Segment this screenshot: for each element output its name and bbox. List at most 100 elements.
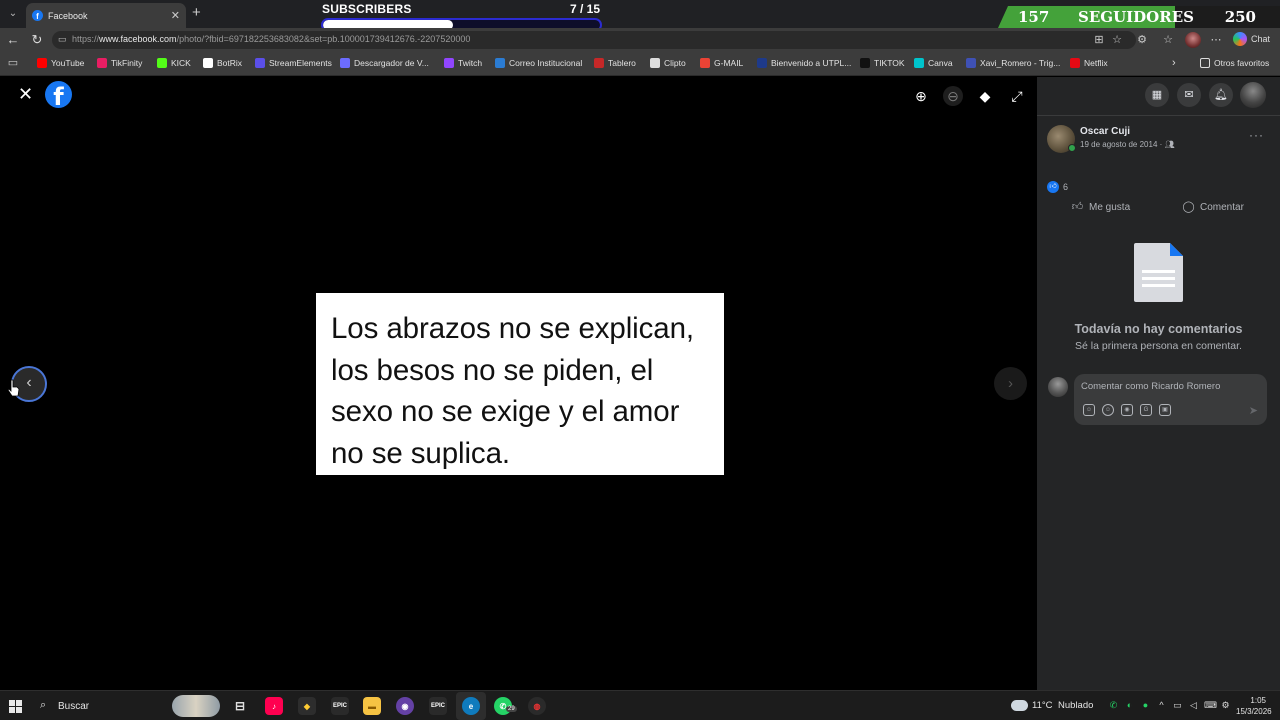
- comment-button[interactable]: ◯ Comentar: [1182, 201, 1244, 214]
- tag-icon[interactable]: ◆: [975, 86, 995, 106]
- browser-tab-bar: ⌄ f Facebook ✕ + SUBSCRIBERS 7 / 15 157 …: [0, 0, 1280, 32]
- bookmark-netflix[interactable]: Netflix: [1070, 58, 1108, 68]
- bookmark-label: BotRix: [217, 58, 243, 68]
- tab-title: Facebook: [48, 10, 88, 21]
- account-avatar[interactable]: [1240, 82, 1266, 108]
- bookmark-tikfinity[interactable]: TikFinity: [97, 58, 142, 68]
- gmail-icon: [700, 58, 710, 68]
- bookmark-xavi-romero-trig[interactable]: Xavi_Romero - Trig...: [966, 58, 1060, 68]
- favorites-icon[interactable]: ☆: [1161, 33, 1175, 47]
- bookmark-botrix[interactable]: BotRix: [203, 58, 242, 68]
- bookmark-descargador-de-v[interactable]: Descargador de V...: [340, 58, 429, 68]
- app-icon-red[interactable]: ◍: [528, 697, 546, 715]
- edge-browser-icon[interactable]: e: [462, 697, 480, 715]
- tab-facebook[interactable]: f Facebook ✕: [26, 3, 186, 28]
- bookmark-bienvenido-a-utpl[interactable]: Bienvenido a UTPL...: [757, 58, 851, 68]
- commenter-avatar: [1048, 377, 1068, 397]
- settings-tray-icon[interactable]: ⚙: [1220, 700, 1231, 711]
- subscribers-count: 7 / 15: [569, 2, 600, 16]
- back-icon[interactable]: ←: [5, 32, 21, 48]
- epic-games-icon[interactable]: EPIC: [331, 697, 349, 715]
- followers-current: 157: [1018, 8, 1050, 26]
- folder-icon: [1200, 58, 1210, 68]
- more-menu-icon[interactable]: ⋯: [1209, 33, 1223, 47]
- send-icon[interactable]: ➤: [1249, 404, 1258, 417]
- like-reaction-icon[interactable]: 👍︎: [1047, 181, 1059, 193]
- app-icon[interactable]: ◆: [298, 697, 316, 715]
- weather-condition[interactable]: Nublado: [1058, 700, 1093, 711]
- search-highlight-image[interactable]: [172, 695, 220, 717]
- followers-goal-overlay: 157 SEGUIDORES 250: [998, 6, 1280, 28]
- task-view-icon[interactable]: ⊟: [231, 697, 249, 715]
- avatar-sticker-icon[interactable]: ☺: [1083, 404, 1095, 416]
- reading-list-icon[interactable]: ▭: [6, 56, 20, 70]
- next-photo-button[interactable]: ›: [994, 367, 1027, 400]
- close-icon[interactable]: ✕: [18, 85, 33, 103]
- language-icon[interactable]: ⌨: [1204, 700, 1217, 711]
- post-date[interactable]: 19 de agosto de 2014 · 👥︎: [1080, 140, 1175, 149]
- bookmark-tablero[interactable]: Tablero: [594, 58, 636, 68]
- like-count[interactable]: 6: [1063, 182, 1068, 192]
- tab-list-icon[interactable]: ⌄: [4, 4, 22, 22]
- tray-icon[interactable]: ◐: [1124, 700, 1135, 711]
- tiktok-icon: [860, 58, 870, 68]
- tab-close-icon[interactable]: ✕: [171, 9, 180, 22]
- bookmark-streamelements[interactable]: StreamElements: [255, 58, 332, 68]
- bookmark-label: StreamElements: [269, 58, 332, 68]
- cloud-icon[interactable]: [1011, 700, 1028, 711]
- notifications-bell-icon[interactable]: 🔔︎: [1209, 83, 1233, 107]
- search-icon[interactable]: ⌕: [40, 699, 46, 712]
- chevron-right-icon[interactable]: ›: [1172, 57, 1176, 69]
- extensions-icon[interactable]: ⚙: [1135, 33, 1149, 47]
- like-button[interactable]: 👍︎ Me gusta: [1071, 201, 1130, 214]
- facebook-favicon-icon: f: [32, 10, 43, 21]
- emoji-icon[interactable]: ☺: [1102, 404, 1114, 416]
- network-icon[interactable]: ▭: [1172, 700, 1183, 711]
- menu-grid-icon[interactable]: ▦: [1145, 83, 1169, 107]
- chevron-up-icon[interactable]: ^: [1156, 700, 1167, 711]
- profile-avatar[interactable]: [1185, 32, 1201, 48]
- copilot-button[interactable]: Chat: [1233, 32, 1270, 46]
- zoom-in-icon[interactable]: ⊕: [911, 86, 931, 106]
- site-info-icon[interactable]: ▭: [58, 34, 68, 46]
- reload-icon[interactable]: ↻: [29, 32, 45, 48]
- status-tray-icon[interactable]: ●: [1140, 700, 1151, 711]
- other-favorites[interactable]: Otros favoritos: [1200, 58, 1269, 68]
- bookmark-tiktok[interactable]: TIKTOK: [860, 58, 905, 68]
- other-favorites-label: Otros favoritos: [1214, 58, 1270, 68]
- url-field[interactable]: ▭ https://www.facebook.com/photo/?fbid=6…: [52, 31, 1136, 49]
- app-available-icon[interactable]: ⊞: [1092, 33, 1106, 47]
- bookmark-label: Canva: [928, 58, 953, 68]
- speaker-icon[interactable]: ◁: [1188, 700, 1199, 711]
- windows-start-icon[interactable]: [9, 700, 22, 713]
- more-options-icon[interactable]: ···: [1249, 128, 1264, 142]
- author-name[interactable]: Oscar Cuji: [1080, 126, 1130, 137]
- bookmark-kick[interactable]: KICK: [157, 58, 191, 68]
- bookmark-clipto[interactable]: Clipto: [650, 58, 686, 68]
- bookmark-correo-institucional[interactable]: Correo Institucional: [495, 58, 582, 68]
- bookmark-g-mail[interactable]: G-MAIL: [700, 58, 743, 68]
- fullscreen-icon[interactable]: ⤢: [1007, 86, 1027, 106]
- gif-icon[interactable]: G: [1140, 404, 1152, 416]
- comment-input[interactable]: Comentar como Ricardo Romero ☺ ☺ ◉ G ▣ ➤: [1074, 374, 1267, 425]
- tiktok-studio-icon[interactable]: ♪: [265, 697, 283, 715]
- obs-icon[interactable]: ◉: [396, 697, 414, 715]
- messenger-icon[interactable]: ✉: [1177, 83, 1201, 107]
- favorite-star-icon[interactable]: ☆: [1110, 33, 1124, 47]
- zoom-out-icon[interactable]: ⊖: [943, 86, 963, 106]
- epic-launcher-icon[interactable]: EPIC: [429, 697, 447, 715]
- system-clock[interactable]: 1:05 15/3/2026: [1236, 695, 1272, 717]
- camera-icon[interactable]: ◉: [1121, 404, 1133, 416]
- sticker-icon[interactable]: ▣: [1159, 404, 1171, 416]
- bookmark-canva[interactable]: Canva: [914, 58, 953, 68]
- bookmark-youtube[interactable]: YouTube: [37, 58, 84, 68]
- taskbar-search[interactable]: Buscar: [58, 701, 89, 712]
- canva-icon: [914, 58, 924, 68]
- weather-temperature[interactable]: 11°C: [1032, 700, 1053, 711]
- bookmark-twitch[interactable]: Twitch: [444, 58, 482, 68]
- new-tab-icon[interactable]: +: [192, 5, 201, 20]
- file-explorer-icon[interactable]: ▬: [363, 697, 381, 715]
- facebook-logo-icon[interactable]: f: [45, 81, 72, 108]
- whatsapp-tray-icon[interactable]: ✆: [1108, 700, 1119, 711]
- comment-bubble-icon: ◯: [1182, 201, 1195, 213]
